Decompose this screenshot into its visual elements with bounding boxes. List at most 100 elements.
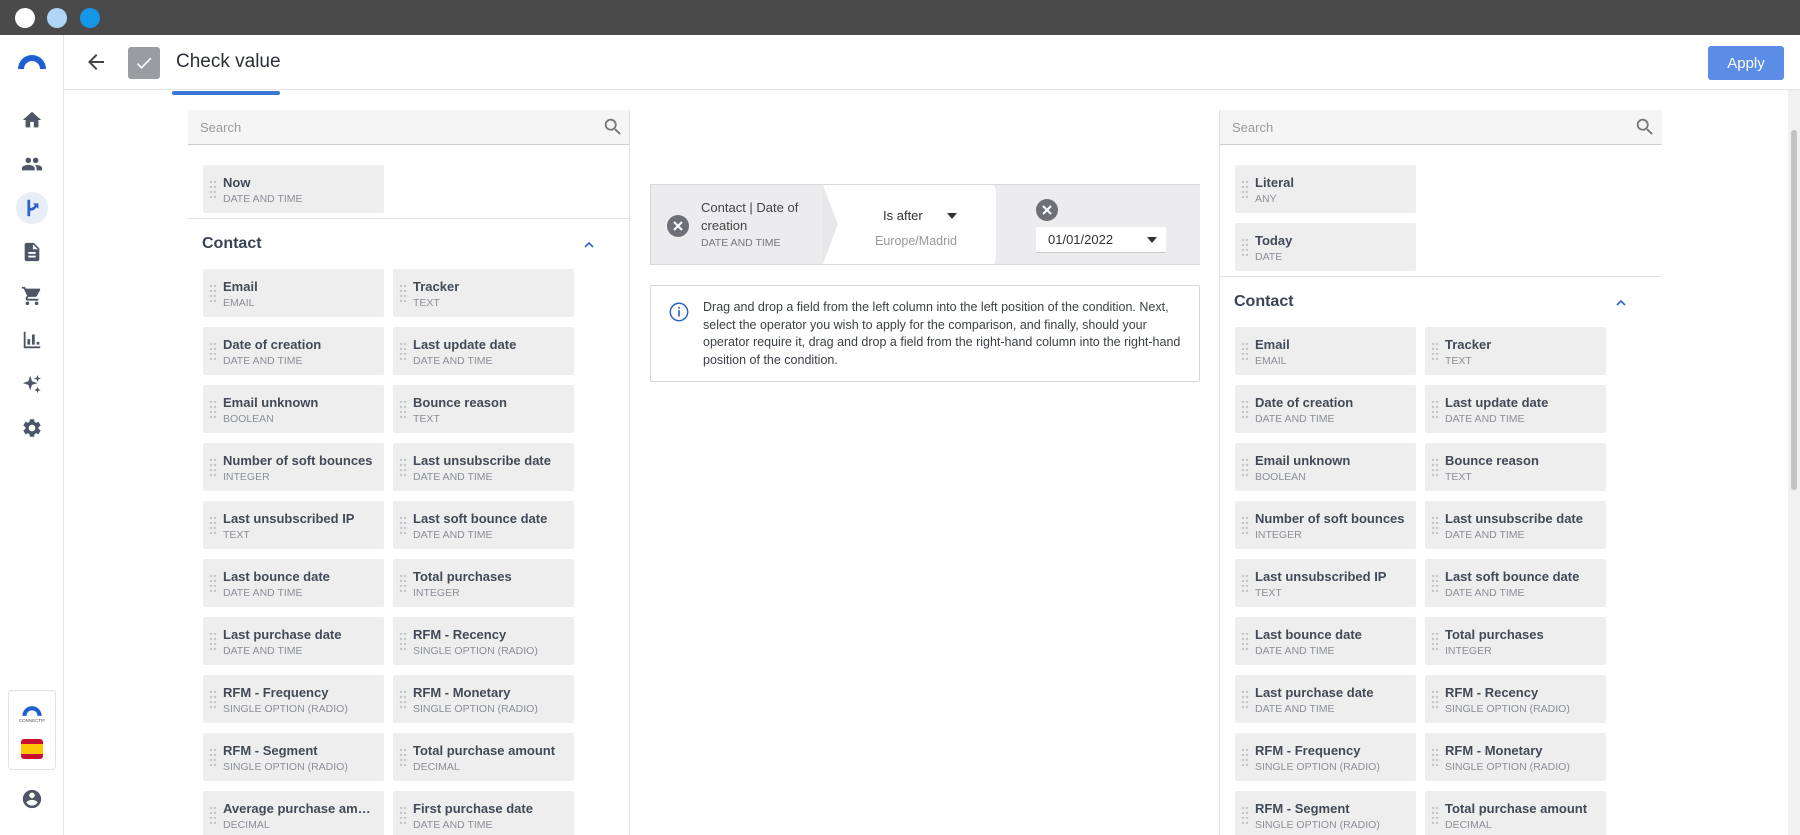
- operator-select[interactable]: Is after: [883, 207, 963, 227]
- field-card[interactable]: Date of creation DATE AND TIME: [203, 327, 384, 375]
- field-card[interactable]: Last purchase date DATE AND TIME: [1235, 675, 1416, 723]
- field-card[interactable]: Date of creation DATE AND TIME: [1235, 385, 1416, 433]
- drag-handle-icon[interactable]: [399, 747, 407, 767]
- remove-right-value-button[interactable]: [1036, 199, 1058, 221]
- field-card[interactable]: Bounce reason TEXT: [393, 385, 574, 433]
- drag-handle-icon[interactable]: [1431, 399, 1439, 419]
- field-card[interactable]: Total purchases INTEGER: [1425, 617, 1606, 665]
- drag-handle-icon[interactable]: [1431, 689, 1439, 709]
- analytics-icon[interactable]: [16, 324, 48, 356]
- drag-handle-icon[interactable]: [1431, 341, 1439, 361]
- drag-handle-icon[interactable]: [1241, 399, 1249, 419]
- field-card[interactable]: Now DATE AND TIME: [203, 165, 384, 213]
- field-card[interactable]: RFM - Frequency SINGLE OPTION (RADIO): [203, 675, 384, 723]
- window-close-dot[interactable]: [15, 8, 35, 28]
- field-card[interactable]: RFM - Recency SINGLE OPTION (RADIO): [393, 617, 574, 665]
- drag-handle-icon[interactable]: [399, 341, 407, 361]
- drag-handle-icon[interactable]: [209, 631, 217, 651]
- flows-icon[interactable]: [16, 192, 48, 224]
- field-card[interactable]: Last update date DATE AND TIME: [393, 327, 574, 375]
- drag-handle-icon[interactable]: [1431, 515, 1439, 535]
- field-card[interactable]: Last soft bounce date DATE AND TIME: [393, 501, 574, 549]
- spain-flag-icon[interactable]: [21, 739, 43, 759]
- field-card[interactable]: Email unknown BOOLEAN: [203, 385, 384, 433]
- condition-left-slot[interactable]: Contact | Date of creation DATE AND TIME: [651, 185, 823, 264]
- drag-handle-icon[interactable]: [399, 399, 407, 419]
- field-card[interactable]: RFM - Monetary SINGLE OPTION (RADIO): [1425, 733, 1606, 781]
- field-card[interactable]: Today DATE: [1235, 223, 1416, 271]
- drag-handle-icon[interactable]: [1241, 179, 1249, 199]
- page-scrollbar-thumb[interactable]: [1791, 130, 1797, 490]
- drag-handle-icon[interactable]: [209, 747, 217, 767]
- remove-left-field-button[interactable]: [667, 215, 689, 237]
- drag-handle-icon[interactable]: [1241, 237, 1249, 257]
- brand-logo[interactable]: [16, 49, 48, 71]
- drag-handle-icon[interactable]: [209, 573, 217, 593]
- drag-handle-icon[interactable]: [399, 805, 407, 825]
- drag-handle-icon[interactable]: [209, 689, 217, 709]
- field-card[interactable]: Last unsubscribe date DATE AND TIME: [1425, 501, 1606, 549]
- field-card[interactable]: Number of soft bounces INTEGER: [203, 443, 384, 491]
- field-card[interactable]: Last update date DATE AND TIME: [1425, 385, 1606, 433]
- drag-handle-icon[interactable]: [209, 457, 217, 477]
- field-card[interactable]: Literal ANY: [1235, 165, 1416, 213]
- field-card[interactable]: Last purchase date DATE AND TIME: [203, 617, 384, 665]
- settings-icon[interactable]: [16, 412, 48, 444]
- field-card[interactable]: Email unknown BOOLEAN: [1235, 443, 1416, 491]
- drag-handle-icon[interactable]: [209, 399, 217, 419]
- field-card[interactable]: RFM - Frequency SINGLE OPTION (RADIO): [1235, 733, 1416, 781]
- field-card[interactable]: Number of soft bounces INTEGER: [1235, 501, 1416, 549]
- drag-handle-icon[interactable]: [209, 341, 217, 361]
- drag-handle-icon[interactable]: [1431, 747, 1439, 767]
- drag-handle-icon[interactable]: [399, 689, 407, 709]
- field-card[interactable]: RFM - Segment SINGLE OPTION (RADIO): [1235, 791, 1416, 835]
- page-scrollbar[interactable]: [1788, 90, 1800, 835]
- section-title-contact[interactable]: Contact: [202, 235, 262, 253]
- left-search-input[interactable]: [188, 110, 588, 144]
- field-card[interactable]: RFM - Recency SINGLE OPTION (RADIO): [1425, 675, 1606, 723]
- drag-handle-icon[interactable]: [1431, 573, 1439, 593]
- search-icon[interactable]: [1634, 116, 1656, 138]
- drag-handle-icon[interactable]: [1241, 805, 1249, 825]
- drag-handle-icon[interactable]: [1431, 457, 1439, 477]
- drag-handle-icon[interactable]: [399, 573, 407, 593]
- drag-handle-icon[interactable]: [1241, 515, 1249, 535]
- drag-handle-icon[interactable]: [209, 805, 217, 825]
- field-card[interactable]: Total purchases INTEGER: [393, 559, 574, 607]
- drag-handle-icon[interactable]: [1241, 631, 1249, 651]
- drag-handle-icon[interactable]: [1241, 689, 1249, 709]
- drag-handle-icon[interactable]: [399, 283, 407, 303]
- back-arrow-icon[interactable]: [84, 50, 108, 74]
- user-account-icon[interactable]: [16, 783, 48, 815]
- drag-handle-icon[interactable]: [1431, 631, 1439, 651]
- chevron-up-icon[interactable]: [582, 238, 596, 252]
- field-card[interactable]: Tracker TEXT: [1425, 327, 1606, 375]
- documents-icon[interactable]: [16, 236, 48, 268]
- right-search-input[interactable]: [1220, 110, 1620, 144]
- field-card[interactable]: Last unsubscribed IP TEXT: [203, 501, 384, 549]
- drag-handle-icon[interactable]: [209, 515, 217, 535]
- field-card[interactable]: RFM - Segment SINGLE OPTION (RADIO): [203, 733, 384, 781]
- field-card[interactable]: Last unsubscribed IP TEXT: [1235, 559, 1416, 607]
- home-icon[interactable]: [16, 104, 48, 136]
- drag-handle-icon[interactable]: [1241, 341, 1249, 361]
- drag-handle-icon[interactable]: [1241, 457, 1249, 477]
- drag-handle-icon[interactable]: [1241, 573, 1249, 593]
- drag-handle-icon[interactable]: [1431, 805, 1439, 825]
- drag-handle-icon[interactable]: [399, 457, 407, 477]
- brand-badge[interactable]: CONNECTIF: [8, 690, 56, 770]
- drag-handle-icon[interactable]: [209, 179, 217, 199]
- window-minimize-dot[interactable]: [47, 8, 67, 28]
- field-card[interactable]: First purchase date DATE AND TIME: [393, 791, 574, 835]
- field-card[interactable]: Last bounce date DATE AND TIME: [1235, 617, 1416, 665]
- sparkle-icon[interactable]: [16, 368, 48, 400]
- field-card[interactable]: RFM - Monetary SINGLE OPTION (RADIO): [393, 675, 574, 723]
- drag-handle-icon[interactable]: [399, 515, 407, 535]
- cart-icon[interactable]: [16, 280, 48, 312]
- field-card[interactable]: Tracker TEXT: [393, 269, 574, 317]
- search-icon[interactable]: [602, 116, 624, 138]
- field-card[interactable]: Last soft bounce date DATE AND TIME: [1425, 559, 1606, 607]
- chevron-up-icon[interactable]: [1614, 296, 1628, 310]
- field-card[interactable]: Average purchase amo… DECIMAL: [203, 791, 384, 835]
- condition-right-slot[interactable]: 01/01/2022: [996, 185, 1200, 264]
